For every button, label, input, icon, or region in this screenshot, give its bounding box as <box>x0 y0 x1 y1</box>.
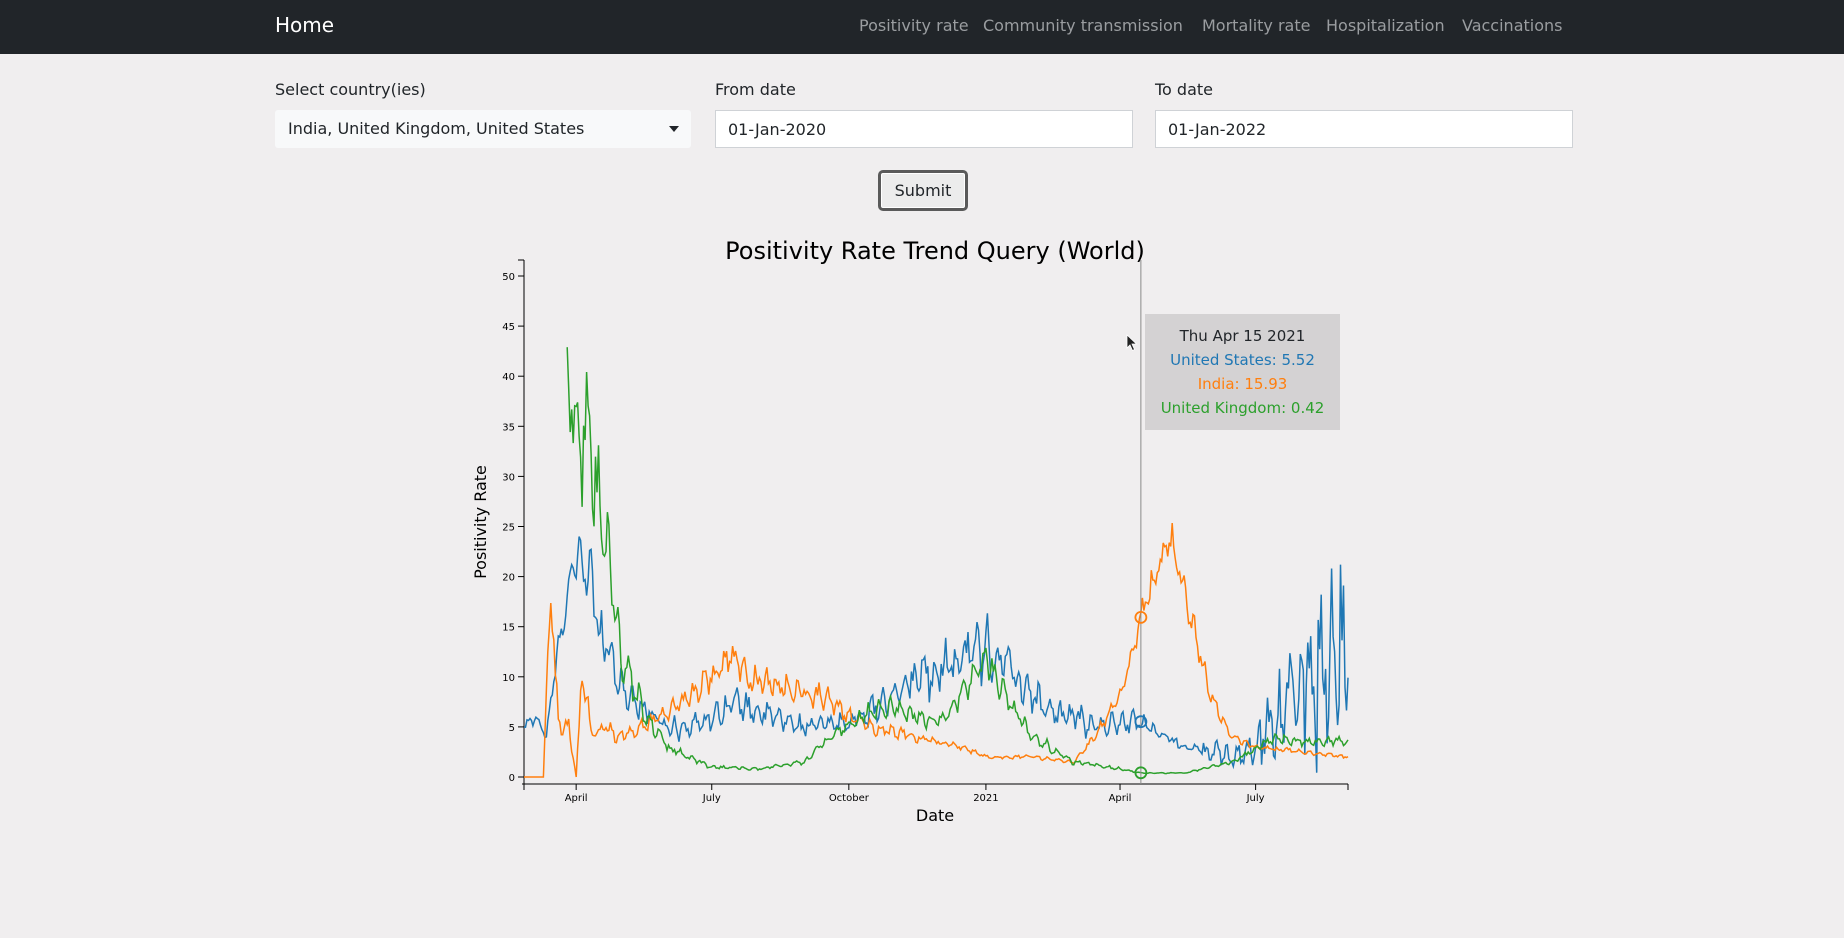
x-tick-label: 2021 <box>973 793 998 804</box>
y-tick-label: 10 <box>502 673 515 684</box>
tooltip-united-states: United States: 5.52 <box>1170 351 1315 369</box>
chart-tooltip: Thu Apr 15 2021 United States: 5.52 Indi… <box>1145 314 1340 430</box>
y-tick-label: 30 <box>502 472 515 483</box>
x-tick-label: April <box>565 793 588 804</box>
tooltip-date: Thu Apr 15 2021 <box>1179 327 1306 345</box>
series-line-india <box>524 522 1349 778</box>
x-tick-label: July <box>1246 793 1265 804</box>
y-tick-label: 25 <box>502 523 515 534</box>
y-tick-label: 5 <box>509 723 515 734</box>
y-tick-label: 45 <box>502 322 515 333</box>
series-line-united-states <box>523 536 1349 773</box>
y-tick-label: 50 <box>502 272 515 283</box>
chart-title: Positivity Rate Trend Query (World) <box>725 237 1145 265</box>
x-tick-label: October <box>829 793 870 804</box>
y-axis-label: Positivity Rate <box>471 465 490 579</box>
mouse-pointer-icon <box>1126 334 1138 352</box>
x-tick-label: July <box>702 793 721 804</box>
x-tick-label: April <box>1109 793 1132 804</box>
y-tick-label: 0 <box>509 773 515 784</box>
tooltip-india: India: 15.93 <box>1197 375 1288 393</box>
y-tick-label: 40 <box>502 372 515 383</box>
y-tick-label: 15 <box>502 623 515 634</box>
y-tick-label: 35 <box>502 422 515 433</box>
y-tick-label: 20 <box>502 573 515 584</box>
x-axis-label: Date <box>916 806 954 825</box>
positivity-rate-chart[interactable]: Positivity Rate Trend Query (World) 0 5 10… <box>0 0 1844 938</box>
tooltip-united-kingdom: United Kingdom: 0.42 <box>1160 399 1325 417</box>
